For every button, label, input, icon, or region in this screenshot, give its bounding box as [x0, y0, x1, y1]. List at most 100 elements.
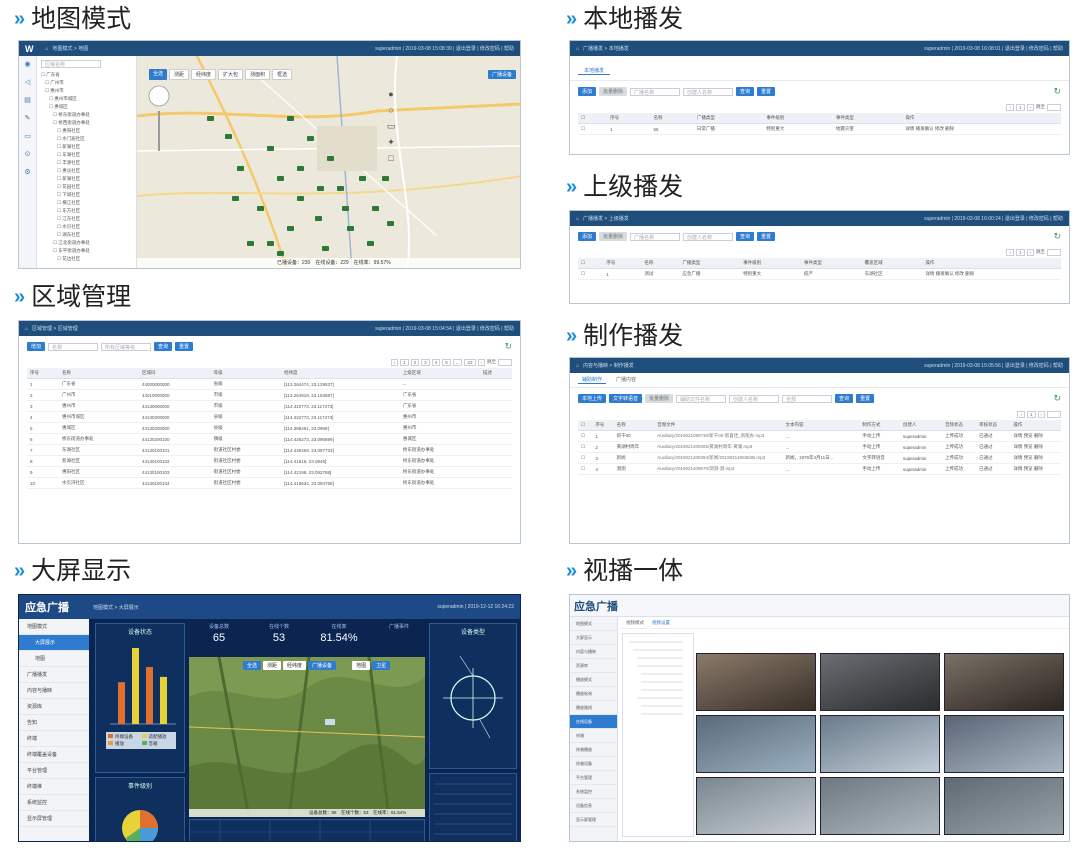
row-checkbox[interactable]: ☐ — [578, 268, 604, 280]
batch-delete-button[interactable]: 批量删除 — [599, 232, 628, 241]
tree-node[interactable]: ☐ 东方社区 — [41, 207, 132, 215]
device-marker[interactable] — [347, 226, 354, 231]
device-marker[interactable] — [287, 226, 294, 231]
tab-video-settings[interactable]: 视频设置 — [652, 620, 670, 625]
device-marker[interactable] — [297, 166, 304, 171]
page-number[interactable]: 4 — [431, 359, 441, 366]
camera-feed[interactable] — [820, 777, 940, 835]
menu-item[interactable]: 在线设备 — [570, 715, 617, 729]
tree-node[interactable]: ☐ 桥东街道办事处 — [41, 111, 132, 119]
menu-item[interactable]: 地图模式 — [570, 617, 617, 631]
device-marker[interactable] — [317, 186, 324, 191]
tab-video-mode[interactable]: 视频模式 — [626, 620, 644, 625]
device-marker[interactable] — [257, 206, 264, 211]
tree-node[interactable]: ☐ 江北街道办事处 — [41, 239, 132, 247]
device-marker[interactable] — [359, 176, 366, 181]
refresh-icon[interactable]: ↻ — [504, 341, 512, 352]
device-marker[interactable] — [287, 116, 294, 121]
map-tool-button[interactable]: 经纬度 — [283, 661, 307, 670]
device-marker[interactable] — [297, 196, 304, 201]
row-checkbox[interactable]: ☐ — [578, 463, 593, 475]
table-row[interactable]: 5 惠城区 44130200000 县级 [114.388461, 23.0968] 惠州… — [27, 422, 512, 434]
tts-button[interactable]: 文字转语音 — [609, 394, 643, 403]
query-button[interactable]: 查询 — [736, 232, 755, 241]
page-number[interactable]: 23 — [464, 359, 476, 366]
query-button[interactable]: 查询 — [736, 87, 755, 96]
tree-node[interactable]: ☐ 惠州市 — [41, 87, 132, 95]
camera-feed[interactable] — [944, 653, 1064, 711]
table-row[interactable]: 1 广东省 44000000000 省级 [113.264474, 23.129537]… — [27, 378, 512, 390]
creator-name-input[interactable]: 创建人名称 — [683, 232, 734, 241]
menu-item[interactable]: 终端设备 — [570, 757, 617, 771]
table-row[interactable]: 7 东湖社区 44130100101 街道社区村委 [114.436469, 23.08… — [27, 444, 512, 456]
refresh-icon[interactable]: ↻ — [1053, 231, 1061, 242]
device-marker[interactable] — [247, 241, 254, 246]
device-marker[interactable] — [232, 196, 239, 201]
table-row[interactable]: ☐ 3 新闻 Auxiliary/2019021409394/新闻/201902140… — [578, 452, 1061, 464]
menu-item[interactable]: 地图 — [19, 651, 89, 667]
tree-node[interactable]: ☐ 东平街道办事处 — [41, 247, 132, 255]
table-row[interactable]: 4 惠州市城区 44130200000 县级 [114.422773, 23.11747… — [27, 411, 512, 423]
device-marker[interactable] — [277, 251, 284, 256]
file-name-input[interactable]: 辅助文件名称 — [676, 394, 727, 403]
home-icon[interactable]: ⌂ — [46, 46, 49, 52]
row-checkbox[interactable]: ☐ — [578, 452, 593, 464]
home-icon[interactable]: ⌂ — [576, 363, 579, 369]
menu-item[interactable]: 系统监控 — [19, 795, 89, 811]
add-region-button[interactable]: 增加 — [27, 342, 46, 351]
menu-item[interactable]: 终端 — [570, 729, 617, 743]
page-number[interactable]: 1 — [400, 359, 409, 366]
tree-node[interactable]: ☐ 新湖社区 — [41, 143, 132, 151]
tab-local-broadcast[interactable]: 本地播发 — [578, 68, 611, 75]
terrain-map[interactable]: 全选 测距 经纬度 广播设备 地图 卫星 设备总数：65 在线个数：53 在线率：81.5… — [189, 657, 425, 817]
menu-item[interactable]: 终端播放 — [570, 743, 617, 757]
menu-item[interactable]: 资源库 — [19, 699, 89, 715]
device-marker[interactable] — [267, 241, 274, 246]
page-number[interactable]: ... — [452, 359, 463, 366]
home-icon[interactable]: ⌂ — [25, 326, 28, 332]
broadcast-name-input[interactable]: 广播名称 — [630, 232, 681, 241]
region-level-select[interactable]: 所有区域等级 — [101, 342, 152, 351]
reset-button[interactable]: 重置 — [856, 394, 875, 403]
row-checkbox[interactable]: ☐ — [578, 430, 593, 442]
menu-item[interactable]: 广播播发 — [19, 667, 89, 683]
map-tool-button[interactable]: 卫星 — [372, 661, 391, 670]
map-tool-button[interactable]: 测面积 — [245, 69, 271, 80]
add-button[interactable]: 添加 — [578, 87, 597, 96]
tree-node[interactable]: ☐ 桥西街道办事处 — [41, 119, 132, 127]
table-row[interactable]: ☐ 1 66 日常广播 特别重大 地震灾害 详情 播发确认 修改 删除 — [578, 123, 1061, 135]
tree-node[interactable]: ☐ 惠淡社区 — [41, 167, 132, 175]
table-cell[interactable]: 详情 播发确认 修改 删除 — [922, 268, 1061, 280]
menu-item[interactable]: 资源库 — [570, 659, 617, 673]
device-marker[interactable] — [277, 176, 284, 181]
refresh-icon[interactable]: ↻ — [1053, 393, 1061, 404]
home-icon[interactable]: ⌂ — [576, 216, 579, 222]
row-checkbox[interactable]: ☐ — [578, 123, 608, 135]
menu-item[interactable]: 播放路线 — [570, 701, 617, 715]
device-marker[interactable] — [315, 216, 322, 221]
camera-feed[interactable] — [944, 715, 1064, 773]
page-number[interactable]: 2 — [410, 359, 420, 366]
device-marker[interactable] — [237, 166, 244, 171]
table-cell[interactable]: 详情 预览 删除 — [1010, 441, 1061, 453]
table-cell[interactable]: 详情 预览 删除 — [1010, 452, 1061, 464]
map-tool-button[interactable]: 经纬度 — [191, 69, 217, 80]
row-checkbox[interactable]: ☐ — [578, 441, 593, 453]
tree-node[interactable]: ☐ 水门居社区 — [41, 135, 132, 143]
table-row[interactable]: ☐ 1 新干00 Auxiliary/2019021090730/新干00-新喜佳_新… — [578, 430, 1061, 442]
menu-item[interactable]: 终端 — [19, 731, 89, 747]
device-marker[interactable] — [337, 186, 344, 191]
broadcast-device-button[interactable]: 广播设备 — [487, 70, 516, 79]
menu-item[interactable]: 地图模式 — [19, 619, 89, 635]
region-search-input[interactable]: 区域名称 — [41, 60, 101, 68]
table-row[interactable]: 6 桥东街道办事处 44130200100 镇级 [114.426273, 23.090… — [27, 433, 512, 445]
page-number[interactable]: 5 — [442, 359, 451, 366]
add-button[interactable]: 添加 — [578, 232, 597, 241]
batch-delete-button[interactable]: 批量删除 — [599, 87, 628, 96]
prev-page-button[interactable]: ‹ — [390, 359, 399, 366]
map-tool-button[interactable]: 测距 — [169, 69, 190, 80]
tree-node[interactable]: ☐ 水贝社区 — [41, 223, 132, 231]
map-canvas[interactable]: 全选 测距 经纬度 扩大包 测面积 框选 广播设备 ● ○ ▭ ✦ □ 已播设备：230 在线设备… — [137, 56, 520, 268]
tree-node[interactable]: ☐ 横江社区 — [41, 199, 132, 207]
table-row[interactable]: 2 广州市 44010000000 市级 [113.264919, 23.153887]… — [27, 389, 512, 401]
